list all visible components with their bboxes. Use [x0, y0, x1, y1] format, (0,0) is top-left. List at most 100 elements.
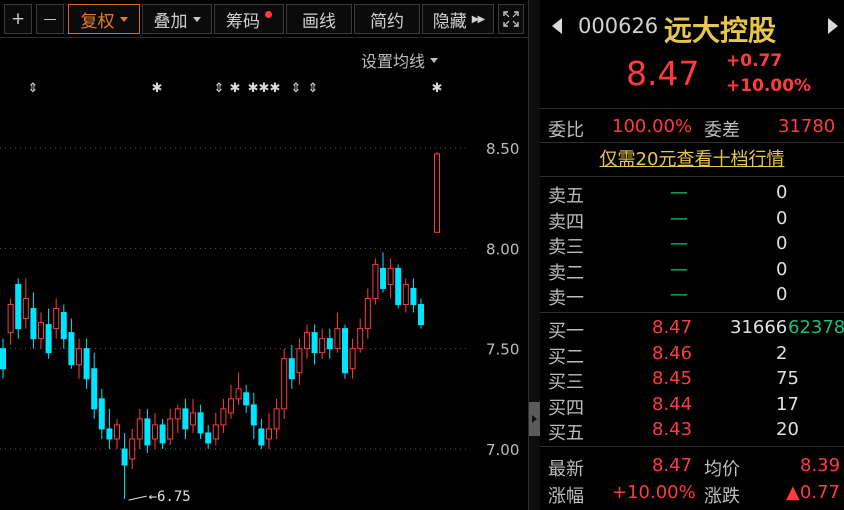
candle-body: [197, 412, 204, 434]
candle-body: [364, 298, 371, 330]
candle-body: [311, 332, 318, 354]
chip-distribution-button[interactable]: 筹码: [214, 4, 284, 34]
candle-body: [434, 153, 440, 233]
candle-body: [304, 332, 310, 350]
divider: [540, 446, 844, 447]
weicha-label: 委差: [704, 120, 740, 141]
sell-level-label: 卖四: [548, 211, 584, 233]
candle-body: [30, 308, 37, 340]
candle-body: [288, 358, 295, 380]
buy-row[interactable]: 买三 8.45 75: [540, 368, 844, 393]
candle-body: [15, 283, 22, 330]
candle-body: [7, 304, 14, 334]
fullscreen-button[interactable]: [498, 4, 524, 34]
candle-body: [380, 267, 386, 289]
latest-label: 最新: [548, 459, 584, 480]
fuquan-label: 复权: [80, 11, 115, 32]
sell-level-label: 卖二: [548, 262, 584, 284]
event-star-icon: ✱: [432, 81, 443, 96]
quote-panel: 000626 远大控股 8.47 +0.77 +10.00% 委比 100.00…: [540, 0, 844, 510]
candle-body: [91, 368, 98, 410]
sell-row[interactable]: 卖三 — 0: [540, 233, 844, 258]
sell-level-price: —: [670, 182, 688, 203]
sell-row[interactable]: 卖一 — 0: [540, 284, 844, 309]
sell-level-price: —: [670, 233, 688, 254]
chart-toolbar: + — 复权 叠加 筹码 画线 简约 隐藏 ▶▶: [0, 0, 528, 38]
prev-stock-arrow-icon[interactable]: [552, 18, 562, 34]
weibi-value: 100.00%: [612, 116, 693, 137]
low-arrow: [128, 495, 147, 501]
zhangfu-label: 涨幅: [548, 486, 584, 507]
candle-body: [273, 408, 280, 430]
candle-body: [121, 448, 128, 466]
y-tick-label: 7.00: [486, 441, 519, 459]
sell-level-volume: 0: [776, 182, 788, 203]
weicha-value: 31780: [778, 116, 836, 137]
level2-promo-link[interactable]: 仅需20元查看十档行情: [540, 145, 844, 175]
chevron-down-icon: [192, 16, 201, 22]
sell-level-volume: 0: [776, 284, 788, 305]
zoom-out-button[interactable]: —: [36, 4, 64, 34]
candle-body: [281, 358, 288, 410]
zoom-in-button[interactable]: +: [4, 4, 32, 34]
y-tick-label: 8.50: [486, 140, 519, 158]
next-stock-arrow-icon[interactable]: [828, 18, 838, 34]
buy-level-extra: 62378: [788, 317, 844, 338]
buy-level-volume: 31666: [730, 317, 788, 338]
candle-body: [342, 328, 348, 374]
candle-body: [205, 432, 212, 444]
buy-level-volume: 20: [776, 419, 799, 440]
buy-level-price: 8.43: [652, 419, 693, 440]
divider: [540, 108, 844, 109]
buy-level-volume: 17: [776, 393, 799, 415]
chevron-down-icon: [119, 16, 128, 22]
weibi-label: 委比: [548, 120, 584, 141]
kline-chart-area[interactable]: 设置均线 8.50 8.00 7.50 7.00 ⇕ ✱ ⇕ ✱ ✱✱✱ ⇕ ⇕ ✱ ←6.75: [0, 38, 528, 510]
sell-level-label: 卖一: [548, 288, 584, 309]
sell-row[interactable]: 卖五 — 0: [540, 182, 844, 207]
double-arrow-right-icon: ▶▶: [471, 13, 485, 25]
candle-body: [387, 267, 394, 285]
candle-body: [136, 418, 143, 440]
candle-body: [410, 287, 417, 306]
low-price-label: ←6.75: [149, 489, 191, 505]
stock-code: 000626: [578, 14, 659, 38]
collapse-panel-handle[interactable]: [529, 402, 540, 436]
y-tick-label: 8.00: [486, 240, 519, 258]
sell-level-price: —: [670, 207, 688, 229]
kline-chart[interactable]: 8.508.007.507.00⇕ ✱ ⇕ ✱ ✱✱✱ ⇕ ⇕ ✱←6.75: [0, 38, 528, 510]
draw-line-button[interactable]: 画线: [286, 4, 352, 34]
sell-row[interactable]: 卖二 — 0: [540, 259, 844, 284]
candle-body: [45, 324, 52, 354]
candle-body: [243, 392, 250, 406]
buy-row[interactable]: 买二 8.46 2: [540, 343, 844, 368]
candle-body: [357, 328, 364, 350]
buy-level-label: 买五: [548, 423, 584, 444]
candle-body: [418, 304, 424, 326]
event-star-icon: ✱: [230, 81, 241, 96]
buy-level-label: 买一: [548, 321, 584, 342]
buy-row[interactable]: 买五 8.43 20: [540, 419, 844, 444]
sell-row[interactable]: 卖四 — 0: [540, 208, 844, 233]
arrow-right-icon: [532, 415, 537, 423]
expand-icon: [503, 11, 519, 27]
overlay-button[interactable]: 叠加: [142, 4, 212, 34]
buy-level-label: 买二: [548, 346, 584, 368]
divider: [540, 142, 844, 143]
sell-level-volume: 0: [776, 258, 788, 280]
buy-level-price: 8.46: [652, 342, 693, 364]
sell-level-price: —: [670, 284, 688, 305]
event-arrow-icon: ⇕: [291, 81, 302, 96]
hide-button[interactable]: 隐藏 ▶▶: [422, 4, 494, 34]
avg-value: 8.39: [800, 455, 841, 476]
candle-body: [349, 348, 356, 370]
buy-row[interactable]: 买四 8.44 17: [540, 394, 844, 419]
fuquan-button[interactable]: 复权: [68, 4, 140, 34]
weibi-row: 委比 100.00% 委差 31780: [540, 116, 844, 141]
buy-row[interactable]: 买一 8.47 31666 62378: [540, 317, 844, 342]
candle-body: [83, 348, 90, 380]
candle-body: [76, 348, 82, 366]
candle-body: [114, 424, 120, 440]
ma-setting-dropdown[interactable]: 设置均线: [361, 48, 438, 72]
simple-mode-button[interactable]: 简约: [354, 4, 420, 34]
